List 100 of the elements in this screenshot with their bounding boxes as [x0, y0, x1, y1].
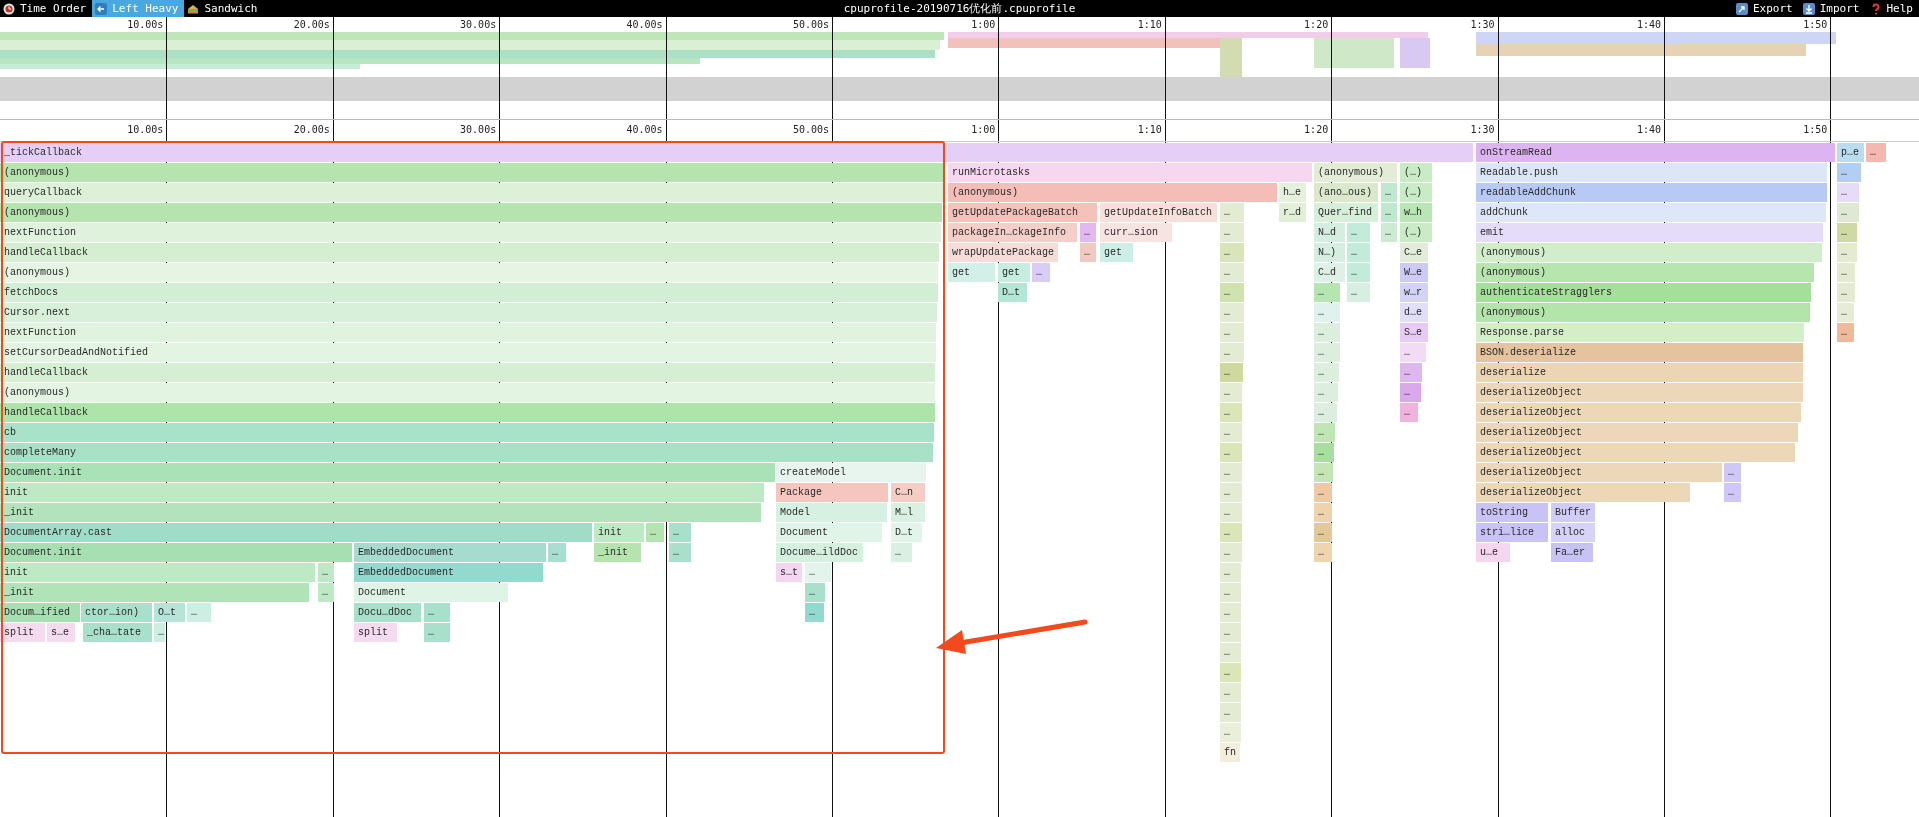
flame-frame[interactable]: …: [1724, 463, 1741, 482]
flame-frame[interactable]: completeMany: [0, 443, 933, 462]
flame-frame[interactable]: EmbeddedDocument: [354, 563, 543, 582]
toolbar-button[interactable]: Export: [1732, 0, 1799, 17]
flame-frame[interactable]: nextFunction: [0, 223, 941, 242]
flame-frame[interactable]: Model: [776, 503, 887, 522]
flame-frame[interactable]: runMicrotasks: [948, 163, 1312, 182]
flame-frame[interactable]: (anonymous): [1314, 163, 1397, 182]
flame-frame[interactable]: deserializeObject: [1476, 383, 1803, 402]
flame-frame[interactable]: …: [1314, 363, 1339, 382]
flame-frame[interactable]: …: [424, 623, 450, 642]
flame-frame[interactable]: …: [1314, 423, 1335, 442]
flame-frame[interactable]: …: [1080, 223, 1096, 242]
flame-frame[interactable]: u…e: [1476, 543, 1510, 562]
flame-frame[interactable]: …: [1220, 243, 1244, 262]
flame-frame[interactable]: s…e: [47, 623, 75, 642]
flame-frame[interactable]: onStreamRead: [1476, 143, 1835, 162]
flame-frame[interactable]: init: [594, 523, 644, 542]
toolbar-button[interactable]: Help: [1865, 0, 1919, 17]
flame-frame[interactable]: Package: [776, 483, 888, 502]
flame-frame[interactable]: …: [1314, 403, 1337, 422]
flame-frame[interactable]: …: [154, 623, 165, 642]
flame-frame[interactable]: D…t: [891, 523, 922, 542]
flame-frame[interactable]: createModel: [776, 463, 926, 482]
flame-frame[interactable]: …: [1220, 563, 1241, 582]
flame-frame[interactable]: …: [1220, 383, 1242, 402]
flame-frame[interactable]: …: [1220, 543, 1242, 562]
flame-frame[interactable]: …: [1837, 323, 1854, 342]
flame-frame[interactable]: (anonymous): [948, 183, 1277, 202]
flame-frame[interactable]: readableAddChunk: [1476, 183, 1827, 202]
flame-frame[interactable]: …: [1220, 483, 1242, 502]
flame-frame[interactable]: N…d: [1314, 223, 1345, 242]
flame-frame[interactable]: …: [318, 563, 334, 582]
flame-frame[interactable]: …: [1220, 643, 1241, 662]
flame-frame[interactable]: …: [1220, 583, 1241, 602]
flame-frame[interactable]: deserialize: [1476, 363, 1803, 382]
flame-frame[interactable]: …: [1314, 283, 1340, 302]
flame-frame[interactable]: …: [1347, 283, 1370, 302]
flame-frame[interactable]: …: [1724, 483, 1741, 502]
flame-frame[interactable]: r…d: [1279, 203, 1306, 222]
flame-frame[interactable]: stri…lice: [1476, 523, 1548, 542]
flame-frame[interactable]: C…d: [1314, 263, 1345, 282]
flame-frame[interactable]: BSON.deserialize: [1476, 343, 1803, 362]
flame-frame[interactable]: _cha…tate: [83, 623, 152, 642]
flame-frame[interactable]: Response.parse: [1476, 323, 1804, 342]
flame-frame[interactable]: …: [1837, 183, 1859, 202]
flame-frame[interactable]: …: [1314, 323, 1340, 342]
flame-frame[interactable]: …: [1314, 383, 1338, 402]
flame-frame[interactable]: …: [1032, 263, 1050, 282]
flame-frame[interactable]: …: [646, 523, 664, 542]
flame-frame[interactable]: (anonymous): [1476, 303, 1810, 322]
flame-frame[interactable]: C…n: [891, 483, 925, 502]
flame-frame[interactable]: …: [1220, 203, 1244, 222]
flame-frame[interactable]: …: [1314, 303, 1340, 322]
flame-frame[interactable]: W…e: [1400, 263, 1428, 282]
flame-frame[interactable]: Document: [354, 583, 508, 602]
flame-frame[interactable]: d…e: [1400, 303, 1428, 322]
flame-frame[interactable]: Document: [776, 523, 882, 542]
flame-frame[interactable]: (anonymous): [0, 203, 942, 222]
flame-frame[interactable]: …: [1314, 483, 1332, 502]
flame-frame[interactable]: deserializeObject: [1476, 463, 1722, 482]
flame-frame[interactable]: …: [1220, 423, 1242, 442]
flame-frame[interactable]: emit: [1476, 223, 1823, 242]
view-tab[interactable]: Sandwich: [184, 0, 264, 17]
view-tab[interactable]: Time Order: [0, 0, 93, 17]
flame-frame[interactable]: (…): [1400, 183, 1432, 202]
flame-frame[interactable]: Document.init: [0, 543, 352, 562]
toolbar-button[interactable]: Import: [1798, 0, 1866, 17]
flame-frame[interactable]: …: [891, 543, 912, 562]
flame-frame[interactable]: get: [1100, 243, 1133, 262]
flame-frame[interactable]: get: [948, 263, 995, 282]
flame-frame[interactable]: Quer…find: [1314, 203, 1378, 222]
flame-frame[interactable]: …: [805, 563, 831, 582]
flame-frame[interactable]: curr…sion: [1100, 223, 1172, 242]
flame-frame[interactable]: …: [1220, 503, 1242, 522]
flame-frame[interactable]: Document.init: [0, 463, 775, 482]
flame-frame[interactable]: w…r: [1400, 283, 1428, 302]
flame-frame[interactable]: w…h: [1400, 203, 1432, 222]
flame-frame[interactable]: _init: [594, 543, 641, 562]
flame-frame[interactable]: split: [354, 623, 397, 642]
flame-frame[interactable]: (anonymous): [0, 383, 935, 402]
flame-frame[interactable]: …: [1314, 523, 1332, 542]
flame-frame[interactable]: …: [1837, 223, 1857, 242]
flame-frame[interactable]: …: [1314, 543, 1332, 562]
flame-frame[interactable]: queryCallback: [0, 183, 943, 202]
flame-frame[interactable]: Cursor.next: [0, 303, 937, 322]
flame-frame[interactable]: nextFunction: [0, 323, 936, 342]
flame-frame[interactable]: EmbeddedDocument: [354, 543, 546, 562]
flame-frame[interactable]: …: [1347, 243, 1370, 262]
flame-frame[interactable]: Readable.push: [1476, 163, 1827, 182]
flame-frame[interactable]: (anonymous): [0, 163, 944, 182]
flame-frame[interactable]: cb: [0, 423, 934, 442]
flame-frame[interactable]: …: [1381, 223, 1397, 242]
flame-frame[interactable]: h…e: [1279, 183, 1306, 202]
flame-frame[interactable]: (…): [1400, 163, 1432, 182]
flame-frame[interactable]: Docum…ified: [0, 603, 80, 622]
flame-frame[interactable]: …: [1220, 723, 1241, 742]
flame-frame[interactable]: …: [1220, 323, 1244, 342]
flame-frame[interactable]: …: [1220, 623, 1241, 642]
flame-frame[interactable]: …: [669, 543, 691, 562]
